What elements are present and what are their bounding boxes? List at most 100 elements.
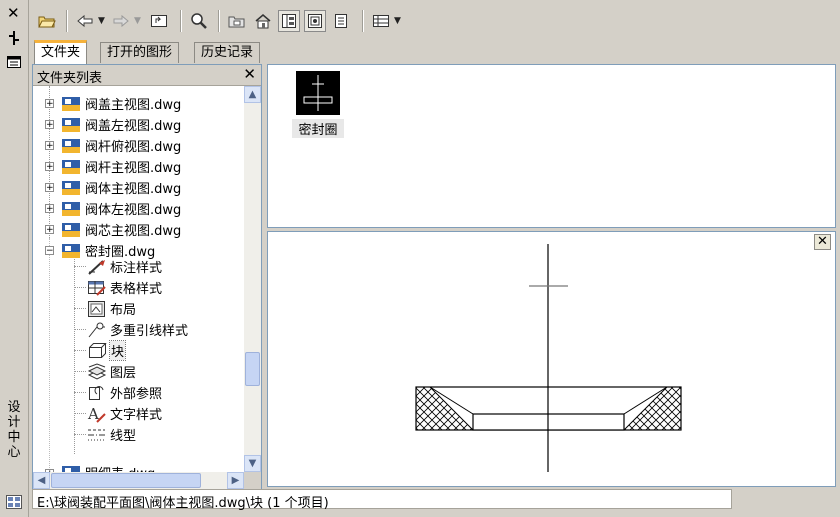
tree-child-dimstyle[interactable]: 标注样式 xyxy=(87,256,162,277)
scroll-thumb[interactable] xyxy=(245,352,260,386)
tree-child-xref[interactable]: 外部参照 xyxy=(87,382,162,403)
tree-child-block[interactable]: 块 xyxy=(87,340,127,361)
tree-vertical-scrollbar[interactable]: ▲ ▼ xyxy=(244,86,261,472)
tab-bar: 文件夹 打开的图形 历史记录 xyxy=(30,40,836,67)
tree-item-drawing[interactable]: 阀盖左视图.dwg xyxy=(61,114,181,135)
multileader-style-icon xyxy=(87,321,107,339)
collapse-toggle[interactable]: − xyxy=(45,246,54,256)
drawing-file-icon xyxy=(61,222,81,238)
tree-horizontal-scrollbar[interactable]: ◀ ▶ xyxy=(33,472,244,489)
tree-header-title: 文件夹列表 xyxy=(37,71,103,86)
scroll-up-icon[interactable]: ▲ xyxy=(244,86,261,103)
expand-toggle[interactable]: + xyxy=(45,204,54,214)
folder-tree: + 阀盖主视图.dwg + 阀盖左视图.dwg + 阀杆俯视图.dwg + 阀杆… xyxy=(33,86,243,472)
preview-area: ✕ xyxy=(267,231,836,487)
tree-item-drawing[interactable]: 明细表.dwg xyxy=(61,462,155,472)
scroll-down-icon[interactable]: ▼ xyxy=(244,455,261,472)
back-icon[interactable] xyxy=(74,10,96,32)
tree-child-layout[interactable]: 布局 xyxy=(87,298,136,319)
description-icon[interactable] xyxy=(330,10,352,32)
status-bar: E:\球阀装配平面图\阀体主视图.dwg\块 (1 个项目) xyxy=(32,489,732,511)
status-path: E:\球阀装配平面图\阀体主视图.dwg\块 (1 个项目) xyxy=(37,496,329,511)
close-icon[interactable]: ✕ xyxy=(243,65,256,83)
drawing-file-icon xyxy=(61,96,81,112)
tab-open-drawings[interactable]: 打开的图形 xyxy=(100,42,180,63)
toolbar: ▼ ▼ ▼ xyxy=(30,6,836,38)
properties-icon[interactable] xyxy=(6,30,22,46)
favorites-icon[interactable] xyxy=(226,10,248,32)
views-dropdown-icon[interactable]: ▼ xyxy=(394,16,401,26)
drawing-file-icon xyxy=(61,180,81,196)
expand-toggle[interactable]: + xyxy=(45,183,54,193)
tree-item-label: 明细表.dwg xyxy=(85,463,155,472)
back-dropdown-icon[interactable]: ▼ xyxy=(98,16,105,26)
tree-child-tablestyle[interactable]: 表格样式 xyxy=(87,277,162,298)
table-style-icon xyxy=(87,279,107,297)
tree-item-drawing[interactable]: 阀体左视图.dwg xyxy=(61,198,181,219)
load-icon[interactable] xyxy=(36,10,58,32)
tree-child-mleaderstyle[interactable]: 多重引线样式 xyxy=(87,319,188,340)
tree-child-linetype[interactable]: 线型 xyxy=(87,424,136,445)
tree-item-drawing[interactable]: 阀体主视图.dwg xyxy=(61,177,181,198)
tree-item-label: 阀体左视图.dwg xyxy=(85,203,182,218)
tree-child-layer[interactable]: 图层 xyxy=(87,361,136,382)
tab-history[interactable]: 历史记录 xyxy=(194,42,261,63)
drawing-file-icon xyxy=(61,201,81,217)
tab-folders[interactable]: 文件夹 xyxy=(34,40,88,67)
xref-icon xyxy=(87,384,107,402)
expand-toggle[interactable]: + xyxy=(45,225,54,235)
tree-child-label: 表格样式 xyxy=(110,282,163,297)
tree-child-textstyle[interactable]: A 文字样式 xyxy=(87,403,162,424)
tree-item-drawing[interactable]: 阀杆主视图.dwg xyxy=(61,156,181,177)
tree-item-label: 阀杆主视图.dwg xyxy=(85,161,182,176)
preview-icon[interactable] xyxy=(304,10,326,32)
tree-child-label: 图层 xyxy=(110,366,137,381)
tree-item-label: 阀芯主视图.dwg xyxy=(85,224,182,239)
tree-item-drawing[interactable]: 阀杆俯视图.dwg xyxy=(61,135,181,156)
expand-toggle[interactable]: + xyxy=(45,162,54,172)
tree-item-label: 阀盖左视图.dwg xyxy=(85,119,182,134)
scroll-left-icon[interactable]: ◀ xyxy=(33,472,50,489)
tree-item-drawing[interactable]: 阀盖主视图.dwg xyxy=(61,93,181,114)
tree-child-label: 多重引线样式 xyxy=(110,324,189,339)
expand-toggle[interactable]: + xyxy=(45,120,54,130)
forward-icon[interactable] xyxy=(110,10,132,32)
block-thumbnail[interactable] xyxy=(296,71,340,115)
tree-child-label: 布局 xyxy=(110,303,137,318)
drawing-file-icon xyxy=(61,159,81,175)
tree-toggle-icon[interactable] xyxy=(278,10,300,32)
folder-tree-panel: 文件夹列表 ✕ + 阀盖主视图.dwg + 阀盖左视图.dwg + 阀杆俯视图.… xyxy=(32,64,262,490)
views-icon[interactable] xyxy=(370,10,392,32)
content-area: 密封圈 xyxy=(267,64,836,228)
block-thumbnail-label[interactable]: 密封圈 xyxy=(292,119,344,138)
tree-child-label: 外部参照 xyxy=(110,387,163,402)
tree-item-drawing[interactable]: 阀芯主视图.dwg xyxy=(61,219,181,240)
palette-menu-icon[interactable] xyxy=(5,494,23,510)
layer-icon xyxy=(87,362,107,381)
up-icon[interactable] xyxy=(148,10,170,32)
scroll-thumb[interactable] xyxy=(51,473,201,488)
tree-header: 文件夹列表 ✕ xyxy=(33,65,261,86)
expand-toggle[interactable]: + xyxy=(45,141,54,151)
dimension-style-icon xyxy=(87,258,107,276)
tree-child-label: 线型 xyxy=(110,429,137,444)
scroll-right-icon[interactable]: ▶ xyxy=(227,472,244,489)
drawing-file-icon xyxy=(61,117,81,133)
tree-child-label: 标注样式 xyxy=(110,261,163,276)
tree-child-label: 文字样式 xyxy=(110,408,163,423)
block-preview-drawing xyxy=(415,244,682,472)
home-icon[interactable] xyxy=(252,10,274,32)
expand-toggle[interactable]: + xyxy=(45,99,54,109)
close-icon[interactable]: ✕ xyxy=(7,6,20,21)
search-icon[interactable] xyxy=(188,10,210,32)
drawing-file-icon xyxy=(61,243,81,259)
tree-item-label: 阀杆俯视图.dwg xyxy=(85,140,182,155)
drawing-file-icon xyxy=(61,138,81,154)
palette-title-strip: ✕ 设计中心 xyxy=(0,0,29,517)
palette-title: 设计中心 xyxy=(7,400,21,460)
linetype-icon xyxy=(87,426,107,444)
forward-dropdown-icon[interactable]: ▼ xyxy=(134,16,141,26)
block-icon xyxy=(87,342,107,360)
layout-icon xyxy=(87,300,107,318)
auto-hide-icon[interactable] xyxy=(6,54,22,70)
